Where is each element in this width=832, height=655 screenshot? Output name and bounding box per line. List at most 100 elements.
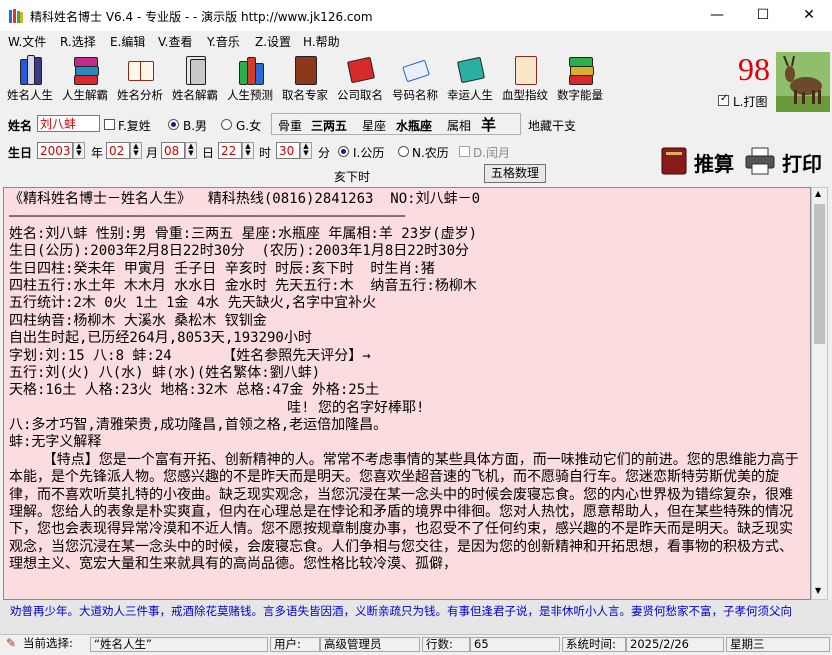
scroll-up-icon[interactable]: ▲ <box>815 189 821 198</box>
hour-unit: 时 <box>259 146 272 160</box>
teal-book-icon <box>456 53 486 85</box>
zodiac-label: 属相 <box>447 119 472 133</box>
line-count-value: 65 <box>470 637 560 652</box>
year-unit: 年 <box>91 146 104 160</box>
text-line: 字划:刘:15 八:8 蚌:24 【姓名参照先天评分】→ <box>9 347 371 364</box>
toolbar-label: 数字能量 <box>557 88 603 102</box>
grey-book-icon <box>183 53 209 85</box>
text-line: 四柱纳音:杨柳木 大溪水 桑松木 钗钏金 <box>9 312 267 329</box>
month-unit: 月 <box>146 146 159 160</box>
leap-month-checkbox[interactable] <box>459 146 470 157</box>
toolbar-button-company-naming[interactable]: 公司取名 <box>334 53 386 103</box>
system-time-label: 系统时间: <box>562 637 626 652</box>
current-selection-label: 当前选择: <box>23 637 73 650</box>
name-label: 姓名 <box>8 119 33 133</box>
menu-view[interactable]: V.查看 <box>158 33 192 50</box>
menu-select[interactable]: R.选择 <box>60 33 96 50</box>
goat-zodiac-icon <box>776 52 830 112</box>
brown-book-icon <box>293 53 319 85</box>
window-title: 精科姓名博士 V6.4 - 专业版 - - 演示版 http://www.jk1… <box>30 10 373 24</box>
minute-unit: 分 <box>318 146 331 160</box>
print-button[interactable]: 打印 <box>744 144 830 178</box>
user-value: 高级管理员 <box>320 637 420 652</box>
zodiac-value: 羊 <box>481 116 497 134</box>
print-chart-label: L.打图 <box>733 95 768 109</box>
vertical-scrollbar[interactable]: ▲ ▼ <box>811 187 828 600</box>
toolbar-button-number-energy[interactable]: 数字能量 <box>554 53 606 103</box>
compound-surname-label: F.复姓 <box>118 119 151 133</box>
personality-paragraph: 【特点】您是一个富有开拓、创新精神的人。常常不考虑事情的某些具体方面，而一味推动… <box>9 451 799 573</box>
red-book-icon <box>346 53 376 85</box>
scroll-book-icon <box>513 53 539 85</box>
maximize-button[interactable]: ☐ <box>740 0 786 31</box>
result-text-area[interactable]: 《精科姓名博士－姓名人生》 精科热线(0816)2841263 NO:刘八蚌－0… <box>3 187 811 600</box>
male-radio[interactable] <box>168 119 179 130</box>
toolbar-button-name-life[interactable]: 姓名人生 <box>4 53 56 103</box>
menu-settings[interactable]: Z.设置 <box>255 33 291 50</box>
text-line: 五行统计:2木 0火 1土 1金 4水 先天缺火,名字中宜补火 <box>9 295 377 312</box>
text-line: 五行:刘(火) 八(水) 蚌(水)(姓名繁体:劉八蚌) <box>9 364 321 381</box>
status-bar: ✎ 当前选择: “姓名人生” 用户: 高级管理员 行数: 65 系统时间: 20… <box>0 634 832 655</box>
toolbar-button-name-analysis[interactable]: 姓名分析 <box>114 53 166 103</box>
score-value: 98 <box>738 51 770 87</box>
name-input[interactable]: 刘八蚌 <box>37 115 100 132</box>
system-time-value: 2025/2/26 <box>626 637 724 652</box>
line-count-label: 行数: <box>422 637 470 652</box>
five-grid-button[interactable]: 五格数理 <box>484 164 546 183</box>
text-line: ————————————————————————————————————————… <box>9 208 406 225</box>
book-stack-icon <box>73 53 99 85</box>
lunar-calendar-radio[interactable] <box>398 146 409 157</box>
day-stepper[interactable]: ▲ ▼ <box>185 142 197 159</box>
minute-input[interactable]: 30 <box>276 142 300 159</box>
constellation-label: 星座 <box>362 119 387 133</box>
male-label: B.男 <box>183 119 208 133</box>
weekday-value: 星期三 <box>726 637 830 652</box>
app-books-icon <box>9 9 23 23</box>
open-book-icon <box>128 53 154 85</box>
print-chart-checkbox[interactable]: ✓ <box>718 93 729 106</box>
minute-stepper[interactable]: ▲ ▼ <box>300 142 312 159</box>
month-stepper[interactable]: ▲ ▼ <box>130 142 142 159</box>
toolbar-button-life-forecast[interactable]: 人生预测 <box>224 53 276 103</box>
menu-file[interactable]: W.文件 <box>8 33 46 50</box>
toolbar-button-number-name[interactable]: 号码名称 <box>389 53 441 103</box>
solar-calendar-radio[interactable] <box>338 146 349 157</box>
menu-edit[interactable]: E.编辑 <box>110 33 145 50</box>
calculate-button[interactable]: 推算 <box>660 144 740 178</box>
day-input[interactable]: 08 <box>161 142 185 159</box>
toolbar-button-lucky-life[interactable]: 幸运人生 <box>444 53 496 103</box>
text-line: 生日四柱:癸未年 甲寅月 壬子日 辛亥时 时辰:亥下时 时生肖:猪 <box>9 260 435 277</box>
menu-help[interactable]: H.帮助 <box>303 33 340 50</box>
month-input[interactable]: 02 <box>106 142 130 159</box>
year-stepper[interactable]: ▲ ▼ <box>73 142 85 159</box>
toolbar-button-blood-fingerprint[interactable]: 血型指纹 <box>499 53 551 103</box>
books-icon <box>18 53 44 85</box>
text-line: 天格:16土 人格:23火 地格:32木 总格:47金 外格:25土 <box>9 382 380 399</box>
toolbar-button-naming-expert[interactable]: 取名专家 <box>279 53 331 103</box>
menu-music[interactable]: Y.音乐 <box>207 33 240 50</box>
hidden-stems-label: 地藏干支 <box>528 119 577 133</box>
female-radio[interactable] <box>221 119 232 130</box>
leap-month-label: D.闰月 <box>473 146 511 160</box>
scroll-down-icon[interactable]: ▼ <box>815 586 821 595</box>
birthday-label: 生日 <box>8 146 33 160</box>
text-line: 姓名:刘八蚌 性别:男 骨重:三两五 星座:水瓶座 年属相:羊 23岁(虚岁) <box>9 225 478 242</box>
hour-input[interactable]: 22 <box>218 142 242 159</box>
toolbar-button-life-analysis[interactable]: 人生解霸 <box>59 53 111 103</box>
pencil-icon: ✎ <box>6 636 17 650</box>
colored-books-icon <box>238 53 264 85</box>
title-bar: 精科姓名博士 V6.4 - 专业版 - - 演示版 http://www.jk1… <box>0 0 832 31</box>
toolbar-button-name-explain[interactable]: 姓名解霸 <box>169 53 221 103</box>
blue-notebook-icon <box>402 53 430 85</box>
scroll-thumb[interactable] <box>814 204 825 344</box>
menu-bar: W.文件 R.选择 E.编辑 V.查看 Y.音乐 Z.设置 H.帮助 <box>0 31 832 51</box>
bone-weight-value: 三两五 <box>311 119 348 133</box>
hour-stepper[interactable]: ▲ ▼ <box>242 142 254 159</box>
print-label: 打印 <box>782 152 822 176</box>
user-label: 用户: <box>270 637 320 652</box>
compound-surname-checkbox[interactable] <box>104 119 115 130</box>
lunar-calendar-label: N.农历 <box>412 146 449 160</box>
minimize-button[interactable]: — <box>694 0 740 31</box>
close-button[interactable]: ✕ <box>786 0 832 31</box>
year-input[interactable]: 2003 <box>37 142 73 159</box>
